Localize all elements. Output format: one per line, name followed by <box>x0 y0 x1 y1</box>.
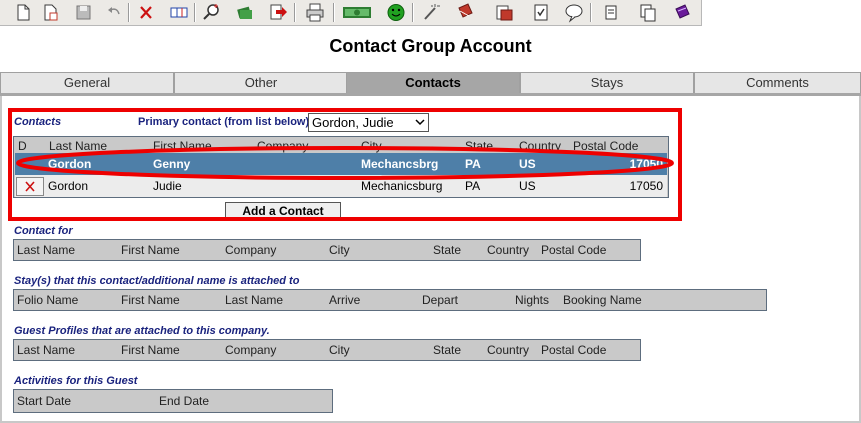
purple-book-icon[interactable] <box>671 2 693 23</box>
zoom-search-icon[interactable] <box>201 2 223 23</box>
new-document-icon[interactable] <box>12 2 34 23</box>
column-header[interactable]: Start Date <box>17 392 71 410</box>
column-header[interactable]: Nights <box>515 291 549 309</box>
checklist-icon[interactable] <box>530 2 552 23</box>
activities-title: Activities for this Guest <box>14 375 138 387</box>
column-header[interactable]: Last Name <box>17 241 75 259</box>
column-header[interactable]: Booking Name <box>563 291 642 309</box>
guest-profiles-title: Guest Profiles that are attached to this… <box>14 325 270 337</box>
activities-grid: Start Date End Date <box>13 389 333 413</box>
column-header[interactable]: Country <box>487 341 529 359</box>
cash-bill-icon[interactable] <box>342 2 372 23</box>
red-arrow-document-icon[interactable] <box>266 2 288 23</box>
tab-contacts[interactable]: Contacts <box>346 72 520 93</box>
tab-bar: General Other Contacts Stays Comments <box>0 72 861 94</box>
magic-wand-icon[interactable] <box>420 2 442 23</box>
contact-for-title: Contact for <box>14 225 73 237</box>
new-copy-icon[interactable] <box>40 2 62 23</box>
column-header[interactable]: First Name <box>121 291 180 309</box>
column-header[interactable]: Company <box>225 241 276 259</box>
guest-profiles-grid: Last Name First Name Company City State … <box>13 339 641 361</box>
speech-bubble-icon[interactable] <box>563 2 585 23</box>
column-header[interactable]: Last Name <box>17 341 75 359</box>
toolbar-separator <box>194 3 195 22</box>
toolbar-separator <box>294 3 295 22</box>
toolbar-separator <box>128 3 129 22</box>
column-header[interactable]: Depart <box>422 291 458 309</box>
highlight-box <box>8 108 682 221</box>
stays-attached-grid: Folio Name First Name Last Name Arrive D… <box>13 289 767 311</box>
column-header[interactable]: Postal Code <box>541 341 606 359</box>
contact-for-grid: Last Name First Name Company City State … <box>13 239 641 261</box>
toolbar <box>0 0 702 26</box>
stays-attached-title: Stay(s) that this contact/additional nam… <box>14 275 300 287</box>
tab-stays[interactable]: Stays <box>520 72 694 93</box>
column-header[interactable]: Last Name <box>225 291 283 309</box>
column-header[interactable]: Folio Name <box>17 291 78 309</box>
print-icon[interactable] <box>304 2 326 23</box>
scroll-icon[interactable] <box>600 2 622 23</box>
copy-pages-icon[interactable] <box>637 2 659 23</box>
red-book-icon[interactable] <box>454 2 476 23</box>
smiley-face-icon[interactable] <box>385 2 407 23</box>
column-header[interactable]: State <box>433 241 461 259</box>
column-header[interactable]: First Name <box>121 341 180 359</box>
column-header[interactable]: End Date <box>159 392 209 410</box>
column-header[interactable]: State <box>433 341 461 359</box>
column-header[interactable]: First Name <box>121 241 180 259</box>
column-header[interactable]: City <box>329 341 350 359</box>
doc-stack-icon[interactable] <box>493 2 515 23</box>
delete-x-icon[interactable] <box>135 2 157 23</box>
column-header[interactable]: City <box>329 241 350 259</box>
money-stack-icon[interactable] <box>234 2 256 23</box>
column-header[interactable]: Arrive <box>329 291 360 309</box>
columns-icon[interactable] <box>168 2 190 23</box>
toolbar-separator <box>333 3 334 22</box>
column-header[interactable]: Country <box>487 241 529 259</box>
tab-comments[interactable]: Comments <box>694 72 861 93</box>
tab-general[interactable]: General <box>0 72 174 93</box>
column-header[interactable]: Postal Code <box>541 241 606 259</box>
save-disk-icon[interactable] <box>72 2 94 23</box>
undo-icon[interactable] <box>103 2 125 23</box>
toolbar-separator <box>590 3 591 22</box>
column-header[interactable]: Company <box>225 341 276 359</box>
page-title: Contact Group Account <box>329 36 532 56</box>
tab-other[interactable]: Other <box>174 72 348 93</box>
toolbar-separator <box>412 3 413 22</box>
